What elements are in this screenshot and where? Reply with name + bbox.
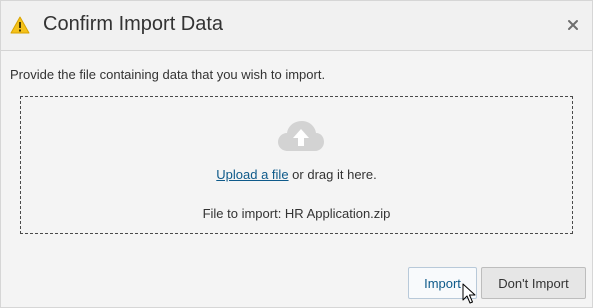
import-button[interactable]: Import bbox=[408, 267, 477, 299]
upload-instruction: Upload a file or drag it here. bbox=[21, 167, 572, 182]
close-icon[interactable] bbox=[566, 18, 580, 32]
dont-import-button[interactable]: Don't Import bbox=[481, 267, 586, 299]
file-dropzone[interactable]: Upload a file or drag it here. File to i… bbox=[20, 96, 573, 234]
file-to-import-label: File to import: HR Application.zip bbox=[202, 206, 391, 221]
upload-suffix-text: or drag it here. bbox=[288, 167, 377, 182]
upload-file-link[interactable]: Upload a file bbox=[216, 167, 288, 182]
warning-icon bbox=[10, 16, 30, 34]
dialog-header: Confirm Import Data bbox=[1, 1, 592, 51]
dialog-body: Provide the file containing data that yo… bbox=[1, 51, 592, 257]
cloud-upload-icon[interactable] bbox=[276, 119, 326, 153]
dialog-title: Confirm Import Data bbox=[43, 13, 224, 35]
instructions-text: Provide the file containing data that yo… bbox=[10, 67, 326, 82]
dialog-footer: Import Don't Import bbox=[1, 257, 592, 307]
confirm-import-dialog: Confirm Import Data Provide the file con… bbox=[0, 0, 593, 308]
